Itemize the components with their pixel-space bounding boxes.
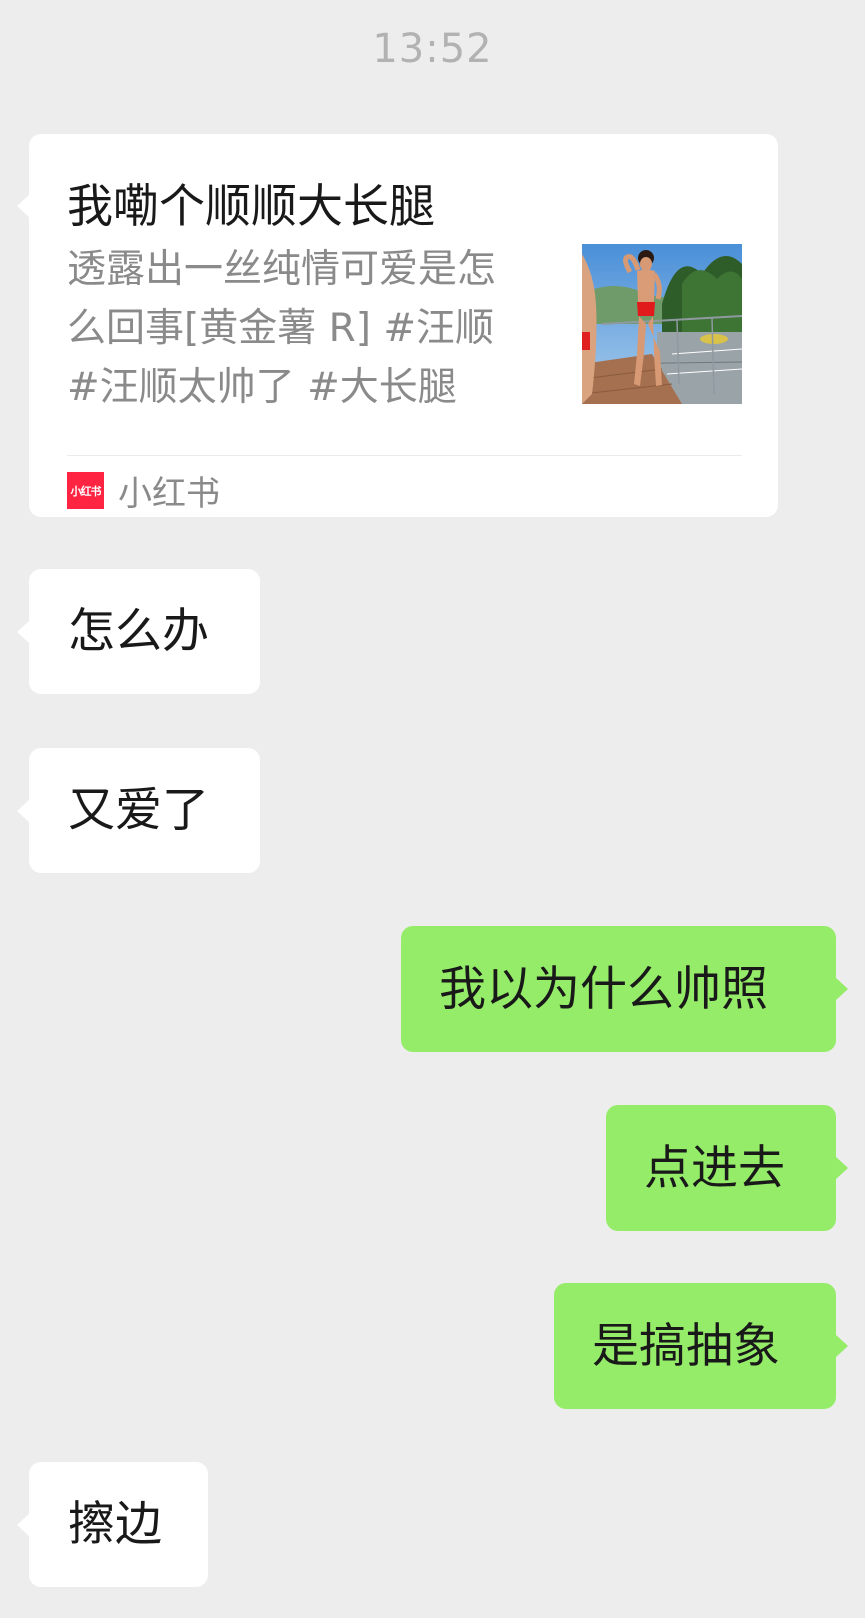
bubble-tail xyxy=(17,619,30,644)
link-card-description-line: 么回事[黄金薯 R] #汪顺 xyxy=(67,306,495,351)
message-text: 我以为什么帅照 xyxy=(439,961,768,1017)
bubble-tail xyxy=(835,1156,848,1180)
bubble-tail xyxy=(835,1334,848,1358)
link-card-thumbnail xyxy=(582,244,742,404)
message-text: 擦边 xyxy=(68,1497,162,1552)
link-card-divider xyxy=(67,455,742,456)
sent-message-bubble[interactable]: 点进去 xyxy=(606,1105,848,1231)
message-text: 点进去 xyxy=(644,1140,785,1196)
message-timestamp: 13:52 xyxy=(372,26,493,72)
xiaohongshu-logo-icon: 小红书 xyxy=(67,472,104,509)
shared-link-card[interactable]: 我嘞个顺顺大长腿 透露出一丝纯情可爱是怎 么回事[黄金薯 R] #汪顺 #汪顺太… xyxy=(17,134,778,517)
bubble-tail xyxy=(17,798,30,823)
link-card-description-line: #汪顺太帅了 #大长腿 xyxy=(67,365,457,410)
received-message-bubble[interactable]: 又爱了 xyxy=(17,748,260,873)
thumbnail-photo xyxy=(582,244,742,404)
link-card-description-line: 透露出一丝纯情可爱是怎 xyxy=(67,247,497,292)
message-text: 是搞抽象 xyxy=(592,1318,780,1374)
sent-message-bubble[interactable]: 是搞抽象 xyxy=(554,1283,848,1409)
link-card-title: 我嘞个顺顺大长腿 xyxy=(67,179,435,233)
message-text: 又爱了 xyxy=(68,783,209,838)
link-card-source: 小红书 小红书 xyxy=(67,466,220,515)
bubble-tail xyxy=(17,194,30,218)
bubble-tail xyxy=(835,977,848,1001)
link-card-description: 透露出一丝纯情可爱是怎 么回事[黄金薯 R] #汪顺 #汪顺太帅了 #大长腿 xyxy=(67,240,547,417)
message-text: 怎么办 xyxy=(68,604,209,659)
bubble-tail xyxy=(17,1512,30,1537)
received-message-bubble[interactable]: 怎么办 xyxy=(17,569,260,694)
sent-message-bubble[interactable]: 我以为什么帅照 xyxy=(401,926,848,1052)
received-message-bubble[interactable]: 擦边 xyxy=(17,1462,208,1587)
link-card-source-name: 小红书 xyxy=(118,474,220,514)
